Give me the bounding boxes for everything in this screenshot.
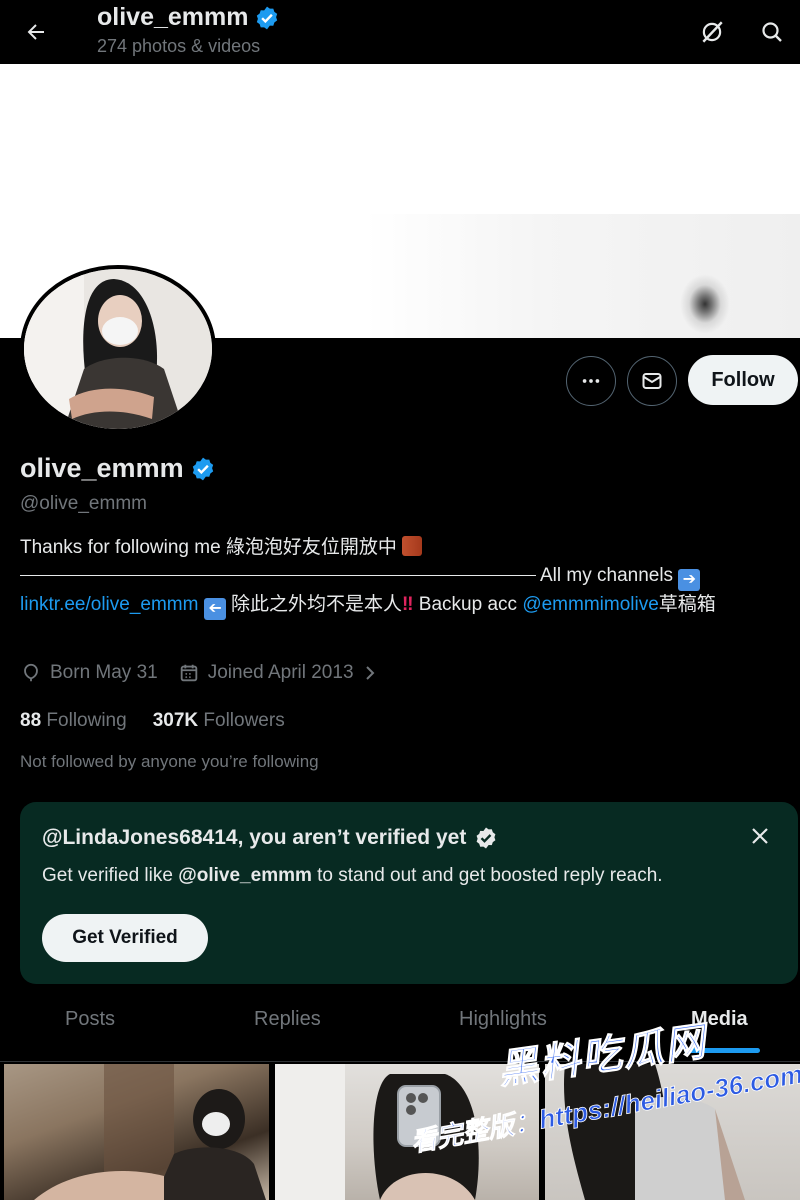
verification-card: @LindaJones68414, you aren’t verified ye… xyxy=(20,802,798,984)
chevron-right-icon xyxy=(365,666,374,680)
following-label: Following xyxy=(46,710,127,731)
balloon-icon xyxy=(24,663,38,682)
joined-text: Joined April 2013 xyxy=(207,662,354,683)
verify-text-handle: @olive_emmm xyxy=(178,865,312,886)
bio-tail: 草稿箱 xyxy=(658,594,716,615)
back-button[interactable] xyxy=(18,14,54,50)
banner-shade xyxy=(365,214,800,338)
arrow-left-icon xyxy=(27,24,44,40)
search-icon xyxy=(762,22,782,42)
top-bar: olive_emmm 274 photos & videos xyxy=(0,0,800,64)
bio-line1: Thanks for following me 綠泡泡好友位開放中 xyxy=(20,537,397,558)
follow-stats: 88 Following 307K Followers xyxy=(20,710,311,732)
bio-backup-label: Backup acc xyxy=(418,594,518,615)
verify-text: Get verified like @olive_emmm to stand o… xyxy=(42,865,663,887)
profile-bio: Thanks for following me 綠泡泡好友位開放中 All my… xyxy=(20,534,795,620)
get-verified-button[interactable]: Get Verified xyxy=(42,914,208,962)
bio-separator xyxy=(20,575,536,577)
verified-badge-icon xyxy=(257,6,278,29)
verify-title: @LindaJones68414, you aren’t verified ye… xyxy=(42,826,467,849)
profile-handle: @olive_emmm xyxy=(20,493,147,514)
birthday: Born May 31 xyxy=(20,662,158,684)
grok-button[interactable] xyxy=(694,14,730,50)
avatar[interactable] xyxy=(20,265,216,433)
media-photo-1 xyxy=(34,1064,266,1200)
door-emoji-icon xyxy=(402,536,423,556)
followers-label: Followers xyxy=(203,710,285,731)
envelope-icon xyxy=(642,373,662,389)
following-link[interactable]: 88 Following xyxy=(20,710,127,732)
more-button[interactable] xyxy=(566,356,616,406)
calendar-icon xyxy=(180,664,197,682)
follow-button[interactable]: Follow xyxy=(688,355,798,405)
verified-badge-icon xyxy=(476,827,496,849)
birthday-text: Born May 31 xyxy=(50,662,158,683)
profile-name-row: olive_emmm xyxy=(20,453,216,484)
verify-text-suffix: to stand out and get boosted reply reach… xyxy=(317,865,663,886)
tab-posts[interactable]: Posts xyxy=(65,1008,115,1031)
arrow-right-emoji-icon: ➔ xyxy=(678,569,701,591)
avatar-photo xyxy=(24,269,212,429)
header-subtitle: 274 photos & videos xyxy=(97,36,261,56)
bio-backup-handle[interactable]: @emmmimolive xyxy=(522,594,658,615)
bio-link[interactable]: linktr.ee/olive_emmm xyxy=(20,594,198,615)
followers-count: 307K xyxy=(152,710,199,731)
verify-title-row: @LindaJones68414, you aren’t verified ye… xyxy=(42,826,498,850)
profile-name: olive_emmm xyxy=(20,453,184,483)
double-exclamation-icon: ‼ xyxy=(402,594,414,615)
message-button[interactable] xyxy=(627,356,677,406)
following-count: 88 xyxy=(20,710,42,731)
media-thumbnail[interactable] xyxy=(4,1064,269,1200)
banner-detail xyxy=(680,274,730,334)
close-icon xyxy=(752,828,768,844)
bio-middle: 除此之外均不是本人 xyxy=(231,594,403,615)
bio-channels-label: All my channels xyxy=(540,565,674,586)
search-button[interactable] xyxy=(754,14,790,50)
more-icon xyxy=(582,379,600,383)
profile-meta: Born May 31 Joined April 2013 xyxy=(20,662,398,684)
followers-link[interactable]: 307K Followers xyxy=(153,710,285,732)
tab-highlights[interactable]: Highlights xyxy=(459,1008,547,1031)
arrow-left-emoji-icon: ➔ xyxy=(203,598,226,620)
close-button[interactable] xyxy=(746,822,774,850)
grok-icon xyxy=(702,21,723,43)
tab-replies[interactable]: Replies xyxy=(254,1008,321,1031)
header-title: olive_emmm xyxy=(97,3,249,31)
not-followed-text: Not followed by anyone you’re following xyxy=(20,752,319,771)
verified-badge-icon[interactable] xyxy=(190,456,216,482)
header-title-row: olive_emmm xyxy=(97,3,280,32)
verify-text-prefix: Get verified like xyxy=(42,865,173,886)
joined[interactable]: Joined April 2013 xyxy=(178,662,378,684)
